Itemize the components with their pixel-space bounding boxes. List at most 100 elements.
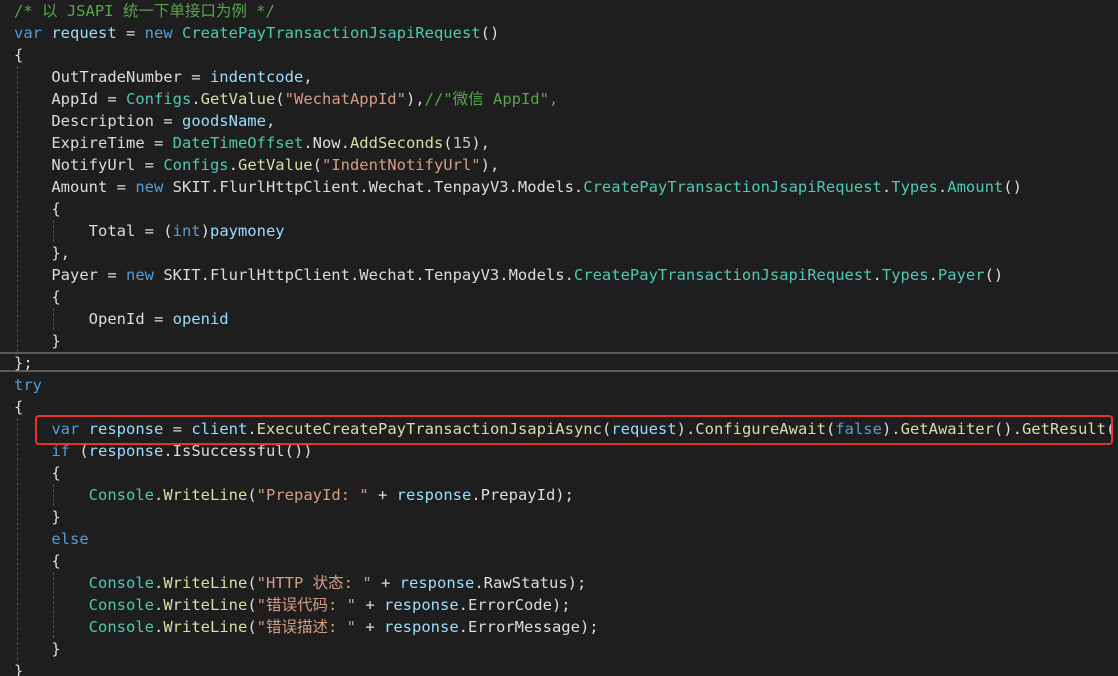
code-token: { xyxy=(14,200,61,218)
code-token: GetValue xyxy=(200,90,276,108)
code-token: } xyxy=(14,662,24,676)
code-token: ( xyxy=(247,486,257,504)
code-token: WriteLine xyxy=(163,618,248,636)
code-token: Total = ( xyxy=(14,222,173,240)
code-line[interactable]: } xyxy=(14,330,60,352)
code-token: Amount xyxy=(947,178,1004,196)
code-line[interactable]: Console.WriteLine("错误代码: " + response.Er… xyxy=(14,594,571,616)
code-token: "错误代码: " xyxy=(256,596,356,614)
highlight-box xyxy=(35,415,1113,445)
code-token: Types xyxy=(891,178,938,196)
code-token: + xyxy=(356,596,384,614)
code-token: . xyxy=(153,618,164,636)
code-token: Payer = xyxy=(14,266,126,284)
code-token: SKIT.FlurlHttpClient.Wechat.TenpayV3.Mod… xyxy=(163,178,584,196)
code-line[interactable]: AppId = Configs.GetValue("WechatAppId"),… xyxy=(14,88,558,110)
code-line[interactable]: { xyxy=(14,396,23,418)
code-token: paymoney xyxy=(209,222,285,240)
code-token: { xyxy=(14,398,24,416)
code-token: OpenId = xyxy=(14,310,173,328)
code-token: response xyxy=(399,574,475,592)
code-editor[interactable]: /* 以 JSAPI 统一下单接口为例 */ var request = new … xyxy=(0,0,1118,676)
code-token: AddSeconds xyxy=(349,134,444,152)
code-token: ) xyxy=(200,222,210,240)
code-line[interactable]: Description = goodsName, xyxy=(14,110,275,132)
code-token: { xyxy=(14,464,61,482)
code-line[interactable]: { xyxy=(14,462,61,484)
code-line[interactable]: } xyxy=(14,638,60,660)
code-token: response xyxy=(384,596,459,614)
code-line[interactable]: /* 以 JSAPI 统一下单接口为例 */ xyxy=(14,0,275,22)
code-token: "WechatAppId" xyxy=(284,90,406,108)
code-token: indentcode xyxy=(209,68,304,86)
code-token: ( xyxy=(312,156,322,174)
code-line[interactable]: }, xyxy=(14,242,70,264)
code-token: 15 xyxy=(452,134,472,152)
code-token: AppId = xyxy=(14,90,126,108)
code-token: ( xyxy=(247,618,257,636)
code-line[interactable]: else xyxy=(14,528,89,550)
code-token: Configs xyxy=(125,90,192,108)
code-line[interactable]: { xyxy=(14,198,61,220)
code-token: new xyxy=(135,178,164,196)
code-token: .PrepayId); xyxy=(471,486,574,504)
code-token: . xyxy=(153,574,164,592)
code-token: response xyxy=(396,486,472,504)
code-token: . xyxy=(191,90,201,108)
code-line[interactable]: } xyxy=(14,506,60,528)
code-line[interactable]: Total = (int)paymoney xyxy=(14,220,285,242)
code-line[interactable]: try xyxy=(14,374,42,396)
code-token: }; xyxy=(14,354,33,372)
code-token: () xyxy=(480,24,500,42)
code-token: + xyxy=(368,486,397,504)
code-line[interactable]: var request = new CreatePayTransactionJs… xyxy=(14,22,499,44)
code-token: Types xyxy=(881,266,929,284)
code-token: .ErrorCode); xyxy=(458,596,571,614)
code-line[interactable]: Console.WriteLine("HTTP 状态: " + response… xyxy=(14,572,587,594)
code-token: . xyxy=(228,156,238,174)
code-line[interactable]: { xyxy=(14,44,23,66)
code-line[interactable]: { xyxy=(14,286,60,308)
code-token: ( xyxy=(275,90,285,108)
code-line[interactable]: ExpireTime = DateTimeOffset.Now.AddSecon… xyxy=(14,132,490,154)
code-token: DateTimeOffset xyxy=(172,134,304,152)
code-token: { xyxy=(14,46,24,64)
code-token: else xyxy=(51,530,89,548)
code-token: var xyxy=(14,24,42,42)
code-token: Console xyxy=(88,618,154,636)
code-token: request xyxy=(51,24,117,42)
code-token: "错误描述: " xyxy=(256,618,356,636)
code-token: WriteLine xyxy=(163,574,248,592)
code-token: .ErrorMessage); xyxy=(458,618,599,636)
code-token: ( xyxy=(247,596,257,614)
code-token: + xyxy=(371,574,400,592)
code-line[interactable]: Console.WriteLine("PrepayId: " + respons… xyxy=(14,484,574,506)
code-line[interactable]: Payer = new SKIT.FlurlHttpClient.Wechat.… xyxy=(14,264,1003,286)
code-token: ExpireTime = xyxy=(14,134,173,152)
code-line[interactable]: }; xyxy=(14,352,33,374)
code-token: Console xyxy=(88,486,154,504)
code-token: NotifyUrl = xyxy=(14,156,164,174)
code-line[interactable]: NotifyUrl = Configs.GetValue("IndentNoti… xyxy=(14,154,499,176)
code-token: . xyxy=(881,178,892,196)
code-token: ), xyxy=(471,134,490,152)
code-line[interactable]: OutTradeNumber = indentcode, xyxy=(14,66,312,88)
code-token: "IndentNotifyUrl" xyxy=(321,156,481,174)
code-line[interactable]: OpenId = openid xyxy=(14,308,229,330)
code-line[interactable]: } xyxy=(14,660,23,676)
code-token: SKIT.FlurlHttpClient.Wechat.TenpayV3.Mod… xyxy=(153,266,574,284)
code-line[interactable]: { xyxy=(14,550,60,572)
code-line[interactable]: Amount = new SKIT.FlurlHttpClient.Wechat… xyxy=(14,176,1022,198)
code-token: WriteLine xyxy=(163,486,248,504)
code-token: WriteLine xyxy=(163,596,248,614)
code-token: //"微信 AppId", xyxy=(424,90,559,108)
code-token: CreatePayTransactionJsapiRequest xyxy=(583,178,882,196)
code-token: Configs xyxy=(163,156,229,174)
code-line[interactable]: Console.WriteLine("错误描述: " + response.Er… xyxy=(14,616,599,638)
